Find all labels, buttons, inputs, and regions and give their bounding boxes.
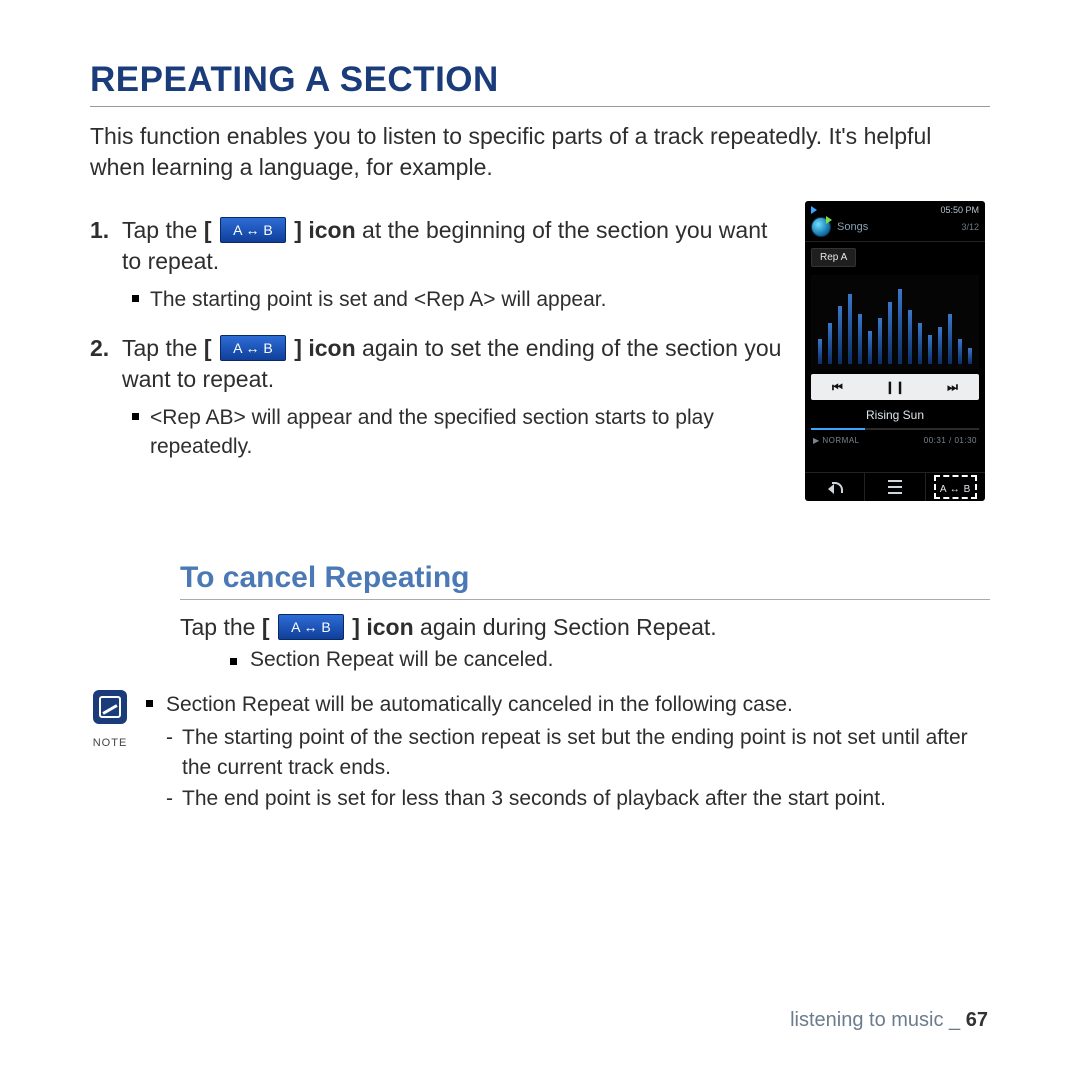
page-footer: listening to music _ 67 <box>790 1009 988 1032</box>
songs-label: Songs <box>837 221 868 233</box>
step-1-number: 1. <box>90 215 109 246</box>
device-bottom-bar: A ↔ B <box>805 472 985 501</box>
playback-time: 00:31 / 01:30 <box>924 436 977 445</box>
cancel-bold: icon <box>366 614 413 640</box>
step-2-number: 2. <box>90 333 109 364</box>
step-1: 1. Tap the [ A ↔ B ] icon at the beginni… <box>90 215 785 277</box>
back-arrow-icon <box>828 481 842 493</box>
device-clock: 05:50 PM <box>940 205 979 215</box>
ab-repeat-button[interactable]: A ↔ B <box>926 473 985 501</box>
cancel-heading: To cancel Repeating <box>180 561 990 600</box>
note-bullet: Section Repeat will be automatically can… <box>142 690 990 719</box>
step-1-bullet: The starting point is set and <Rep A> wi… <box>90 285 785 314</box>
note-block: NOTE Section Repeat will be automaticall… <box>90 690 990 816</box>
playback-controls: ⏮ ❙❙ ⏭ <box>811 374 979 400</box>
music-app-icon <box>811 217 831 237</box>
cancel-bullet: Section Repeat will be canceled. <box>90 648 990 672</box>
step-2-bullet: <Rep AB> will appear and the specified s… <box>90 403 785 462</box>
ab-repeat-icon: A ↔ B <box>278 614 344 640</box>
playing-indicator-icon <box>811 206 817 214</box>
step-2-bold: icon <box>308 335 355 361</box>
note-icon <box>93 690 127 724</box>
rep-a-badge: Rep A <box>811 248 856 267</box>
intro-text: This function enables you to listen to s… <box>90 121 990 183</box>
cancel-instruction: Tap the [ A ↔ B ] icon again during Sect… <box>180 614 990 642</box>
footer-sep: _ <box>944 1009 966 1031</box>
device-screenshot: 05:50 PM Songs 3/12 Rep A <box>805 201 985 501</box>
bracket-open-2: [ <box>204 335 212 361</box>
cancel-pre: Tap the <box>180 614 255 640</box>
note-dash-2: The end point is set for less than 3 sec… <box>142 784 990 813</box>
footer-section: listening to music <box>790 1009 943 1031</box>
menu-icon <box>888 480 902 494</box>
track-count: 3/12 <box>961 222 979 232</box>
device-header: Songs 3/12 <box>805 215 985 242</box>
step-1-post: at the beginning of the section you want… <box>122 217 767 274</box>
bracket-close-2: ] <box>294 335 302 361</box>
bracket-close: ] <box>294 217 302 243</box>
ab-repeat-small-icon: A ↔ B <box>940 484 971 495</box>
progress-bar[interactable] <box>811 428 979 430</box>
device-status-bar: 05:50 PM <box>805 201 985 215</box>
note-dash-1: The starting point of the section repeat… <box>142 723 990 782</box>
ab-repeat-icon: A ↔ B <box>220 217 286 243</box>
footer-page-number: 67 <box>966 1009 988 1031</box>
track-title: Rising Sun <box>805 408 985 422</box>
step-2-pre: Tap the <box>122 335 197 361</box>
device-status-line: ▶ NORMAL 00:31 / 01:30 <box>805 430 985 445</box>
ab-repeat-icon: A ↔ B <box>220 335 286 361</box>
note-label: NOTE <box>90 736 130 751</box>
prev-track-icon[interactable]: ⏮ <box>832 380 843 395</box>
ab-repeat-highlight: A ↔ B <box>934 475 977 499</box>
bracket-open: [ <box>204 217 212 243</box>
cancel-bracket-close: ] <box>352 614 360 640</box>
back-button[interactable] <box>805 473 865 501</box>
cancel-post: again during Section Repeat. <box>414 614 717 640</box>
playback-mode: ▶ NORMAL <box>813 436 860 445</box>
step-1-pre: Tap the <box>122 217 197 243</box>
next-track-icon[interactable]: ⏭ <box>947 380 958 395</box>
cancel-bracket-open: [ <box>262 614 270 640</box>
step-1-bold: icon <box>308 217 355 243</box>
pause-icon[interactable]: ❙❙ <box>885 380 905 394</box>
page-heading: REPEATING A SECTION <box>90 60 990 107</box>
audio-visualizer <box>811 275 979 370</box>
step-2: 2. Tap the [ A ↔ B ] icon again to set t… <box>90 333 785 395</box>
menu-button[interactable] <box>865 473 925 501</box>
